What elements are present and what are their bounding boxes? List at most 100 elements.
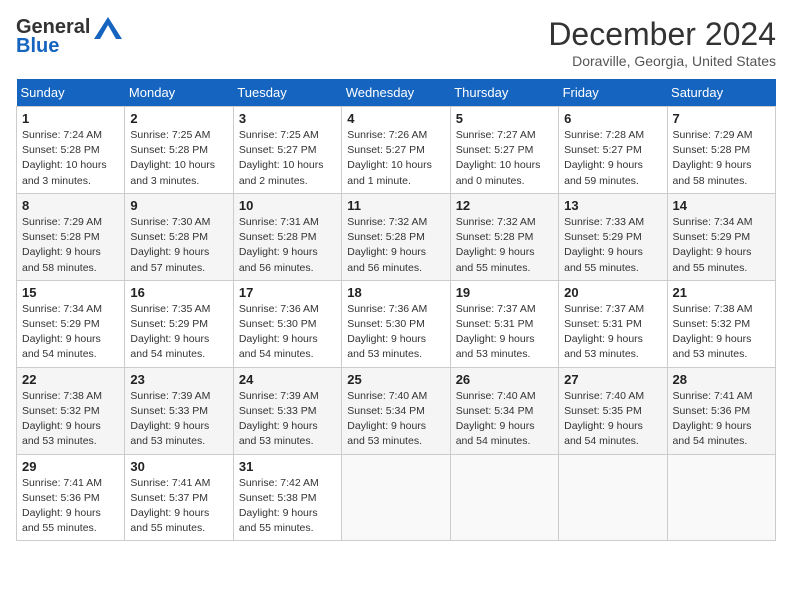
day-info: Sunrise: 7:41 AMSunset: 5:36 PMDaylight:… [22,476,119,537]
day-info: Sunrise: 7:41 AMSunset: 5:37 PMDaylight:… [130,476,227,537]
day-info: Sunrise: 7:38 AMSunset: 5:32 PMDaylight:… [673,302,770,363]
day-info: Sunrise: 7:41 AMSunset: 5:36 PMDaylight:… [673,389,770,450]
day-number: 5 [456,111,553,126]
day-number: 9 [130,198,227,213]
day-info: Sunrise: 7:36 AMSunset: 5:30 PMDaylight:… [347,302,444,363]
calendar-day-cell: 11 Sunrise: 7:32 AMSunset: 5:28 PMDayligh… [342,193,450,280]
calendar-week-row: 1 Sunrise: 7:24 AMSunset: 5:28 PMDaylight… [17,107,776,194]
day-of-week-header: Friday [559,79,667,107]
day-of-week-header: Saturday [667,79,775,107]
calendar-day-cell [559,454,667,541]
day-number: 1 [22,111,119,126]
calendar-day-cell: 22 Sunrise: 7:38 AMSunset: 5:32 PMDayligh… [17,367,125,454]
calendar-day-cell: 1 Sunrise: 7:24 AMSunset: 5:28 PMDaylight… [17,107,125,194]
day-number: 7 [673,111,770,126]
calendar-day-cell: 4 Sunrise: 7:26 AMSunset: 5:27 PMDaylight… [342,107,450,194]
day-info: Sunrise: 7:36 AMSunset: 5:30 PMDaylight:… [239,302,336,363]
page-header: General Blue December 2024 Doraville, Ge… [16,16,776,69]
day-info: Sunrise: 7:33 AMSunset: 5:29 PMDaylight:… [564,215,661,276]
calendar-day-cell: 12 Sunrise: 7:32 AMSunset: 5:28 PMDayligh… [450,193,558,280]
calendar-day-cell: 21 Sunrise: 7:38 AMSunset: 5:32 PMDayligh… [667,280,775,367]
day-number: 8 [22,198,119,213]
calendar-day-cell: 23 Sunrise: 7:39 AMSunset: 5:33 PMDayligh… [125,367,233,454]
calendar-day-cell: 15 Sunrise: 7:34 AMSunset: 5:29 PMDayligh… [17,280,125,367]
day-info: Sunrise: 7:34 AMSunset: 5:29 PMDaylight:… [22,302,119,363]
day-number: 29 [22,459,119,474]
day-of-week-header: Sunday [17,79,125,107]
logo-icon [94,17,122,39]
day-of-week-header: Tuesday [233,79,341,107]
day-info: Sunrise: 7:40 AMSunset: 5:34 PMDaylight:… [456,389,553,450]
day-number: 10 [239,198,336,213]
calendar-day-cell: 9 Sunrise: 7:30 AMSunset: 5:28 PMDaylight… [125,193,233,280]
day-info: Sunrise: 7:39 AMSunset: 5:33 PMDaylight:… [239,389,336,450]
calendar-week-row: 15 Sunrise: 7:34 AMSunset: 5:29 PMDayligh… [17,280,776,367]
day-info: Sunrise: 7:34 AMSunset: 5:29 PMDaylight:… [673,215,770,276]
calendar-day-cell: 29 Sunrise: 7:41 AMSunset: 5:36 PMDayligh… [17,454,125,541]
day-number: 23 [130,372,227,387]
day-info: Sunrise: 7:31 AMSunset: 5:28 PMDaylight:… [239,215,336,276]
calendar-day-cell [450,454,558,541]
calendar-day-cell: 18 Sunrise: 7:36 AMSunset: 5:30 PMDayligh… [342,280,450,367]
calendar-day-cell: 28Sunrise: 7:41 AMSunset: 5:36 PMDayligh… [667,367,775,454]
day-number: 18 [347,285,444,300]
day-info: Sunrise: 7:26 AMSunset: 5:27 PMDaylight:… [347,128,444,189]
calendar-week-row: 22 Sunrise: 7:38 AMSunset: 5:32 PMDayligh… [17,367,776,454]
day-info: Sunrise: 7:32 AMSunset: 5:28 PMDaylight:… [347,215,444,276]
day-number: 21 [673,285,770,300]
day-info: Sunrise: 7:39 AMSunset: 5:33 PMDaylight:… [130,389,227,450]
day-number: 17 [239,285,336,300]
calendar-week-row: 8Sunrise: 7:29 AMSunset: 5:28 PMDaylight… [17,193,776,280]
day-number: 12 [456,198,553,213]
calendar-table: SundayMondayTuesdayWednesdayThursdayFrid… [16,79,776,541]
day-info: Sunrise: 7:32 AMSunset: 5:28 PMDaylight:… [456,215,553,276]
day-info: Sunrise: 7:27 AMSunset: 5:27 PMDaylight:… [456,128,553,189]
day-info: Sunrise: 7:42 AMSunset: 5:38 PMDaylight:… [239,476,336,537]
day-number: 4 [347,111,444,126]
calendar-week-row: 29 Sunrise: 7:41 AMSunset: 5:36 PMDayligh… [17,454,776,541]
calendar-day-cell: 7Sunrise: 7:29 AMSunset: 5:28 PMDaylight… [667,107,775,194]
day-info: Sunrise: 7:24 AMSunset: 5:28 PMDaylight:… [22,128,119,189]
day-number: 24 [239,372,336,387]
day-of-week-header: Wednesday [342,79,450,107]
day-info: Sunrise: 7:25 AMSunset: 5:27 PMDaylight:… [239,128,336,189]
day-info: Sunrise: 7:30 AMSunset: 5:28 PMDaylight:… [130,215,227,276]
calendar-day-cell [667,454,775,541]
calendar-day-cell: 13 Sunrise: 7:33 AMSunset: 5:29 PMDayligh… [559,193,667,280]
day-number: 26 [456,372,553,387]
calendar-day-cell: 10 Sunrise: 7:31 AMSunset: 5:28 PMDayligh… [233,193,341,280]
day-number: 31 [239,459,336,474]
day-number: 22 [22,372,119,387]
calendar-day-cell: 16 Sunrise: 7:35 AMSunset: 5:29 PMDayligh… [125,280,233,367]
location: Doraville, Georgia, United States [548,53,776,69]
day-number: 27 [564,372,661,387]
calendar-day-cell: 24 Sunrise: 7:39 AMSunset: 5:33 PMDayligh… [233,367,341,454]
logo-blue: Blue [16,35,59,58]
calendar-day-cell: 14 Sunrise: 7:34 AMSunset: 5:29 PMDayligh… [667,193,775,280]
day-number: 11 [347,198,444,213]
day-number: 19 [456,285,553,300]
calendar-day-cell: 26 Sunrise: 7:40 AMSunset: 5:34 PMDayligh… [450,367,558,454]
calendar-day-cell: 27Sunrise: 7:40 AMSunset: 5:35 PMDayligh… [559,367,667,454]
calendar-day-cell: 19 Sunrise: 7:37 AMSunset: 5:31 PMDayligh… [450,280,558,367]
calendar-day-cell: 25Sunrise: 7:40 AMSunset: 5:34 PMDayligh… [342,367,450,454]
day-info: Sunrise: 7:35 AMSunset: 5:29 PMDaylight:… [130,302,227,363]
day-number: 2 [130,111,227,126]
calendar-day-cell: 20Sunrise: 7:37 AMSunset: 5:31 PMDayligh… [559,280,667,367]
calendar-header-row: SundayMondayTuesdayWednesdayThursdayFrid… [17,79,776,107]
calendar-day-cell: 2Sunrise: 7:25 AMSunset: 5:28 PMDaylight… [125,107,233,194]
day-number: 14 [673,198,770,213]
day-number: 15 [22,285,119,300]
calendar-day-cell: 8Sunrise: 7:29 AMSunset: 5:28 PMDaylight… [17,193,125,280]
day-of-week-header: Monday [125,79,233,107]
day-number: 16 [130,285,227,300]
day-number: 13 [564,198,661,213]
day-info: Sunrise: 7:37 AMSunset: 5:31 PMDaylight:… [564,302,661,363]
day-info: Sunrise: 7:40 AMSunset: 5:34 PMDaylight:… [347,389,444,450]
day-info: Sunrise: 7:37 AMSunset: 5:31 PMDaylight:… [456,302,553,363]
calendar-day-cell: 6Sunrise: 7:28 AMSunset: 5:27 PMDaylight… [559,107,667,194]
calendar-day-cell: 5 Sunrise: 7:27 AMSunset: 5:27 PMDaylight… [450,107,558,194]
day-info: Sunrise: 7:38 AMSunset: 5:32 PMDaylight:… [22,389,119,450]
month-title: December 2024 [548,16,776,53]
title-block: December 2024 Doraville, Georgia, United… [548,16,776,69]
